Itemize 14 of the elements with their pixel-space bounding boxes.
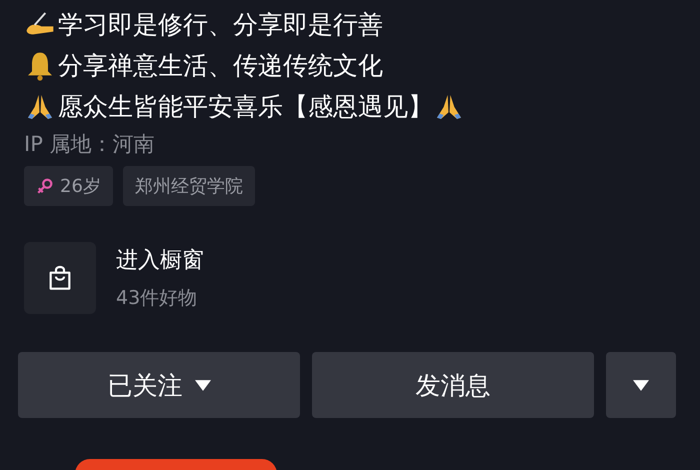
caret-icon (194, 380, 210, 390)
tag-text: 26岁 (60, 175, 101, 198)
bio-text: 愿众生皆能平安喜乐【感恩遇见】 (58, 91, 433, 123)
bio-text: 分享禅意生活、传递传统文化 (58, 50, 383, 82)
tag-text: 郑州经贸学院 (134, 175, 243, 198)
caret-icon (633, 380, 649, 390)
shop-item-count: 43件好物 (116, 286, 198, 311)
female-icon (36, 177, 54, 195)
bio-text: 学习即是修行、分享即是行善 (58, 9, 383, 41)
shop-icon-tile[interactable] (24, 242, 96, 314)
message-button[interactable]: 发消息 (312, 352, 594, 418)
following-button[interactable]: 已关注 (18, 352, 300, 418)
shop-title[interactable]: 进入橱窗 (116, 245, 204, 275)
ip-location: IP 属地：河南 (24, 131, 156, 158)
